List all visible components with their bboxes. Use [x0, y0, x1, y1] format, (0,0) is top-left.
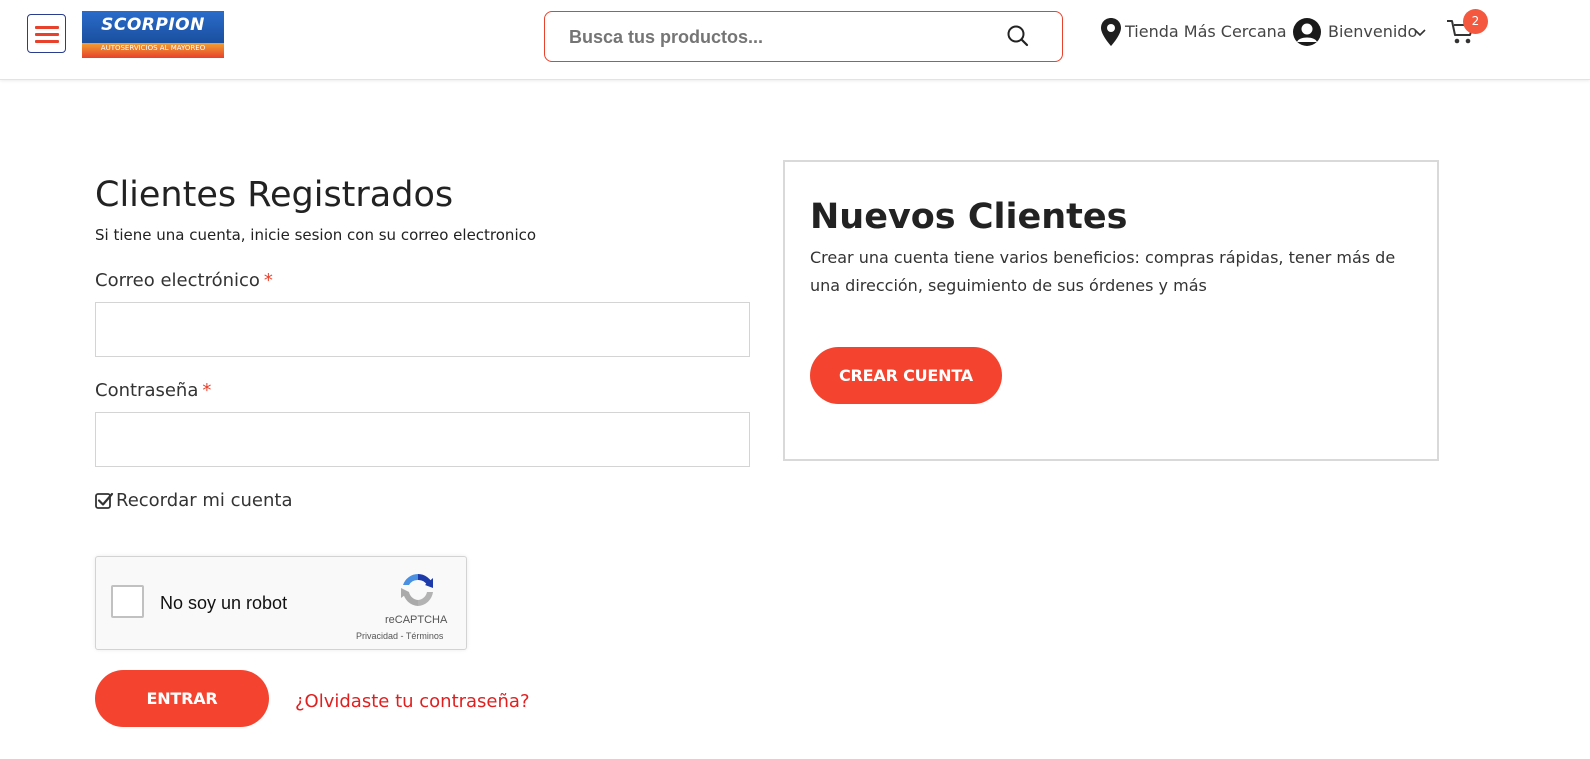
nearest-store-link[interactable]: Tienda Más Cercana: [1125, 22, 1287, 41]
login-button[interactable]: ENTRAR: [95, 670, 269, 727]
recaptcha-links[interactable]: Privacidad - Términos: [356, 631, 443, 641]
email-field[interactable]: [95, 302, 750, 357]
site-header: SCORPION AUTOSERVICIOS AL MAYOREO Tienda…: [0, 0, 1590, 80]
remember-label[interactable]: Recordar mi cuenta: [116, 490, 292, 511]
cart-count-badge[interactable]: 2: [1463, 9, 1488, 34]
search-bar: [544, 11, 1063, 62]
logo[interactable]: SCORPION AUTOSERVICIOS AL MAYOREO: [82, 11, 224, 58]
recaptcha-label: No soy un robot: [160, 593, 288, 613]
email-label-text: Correo electrónico: [95, 270, 260, 291]
password-label-text: Contraseña: [95, 380, 199, 401]
login-subtitle: Si tiene una cuenta, inicie sesion con s…: [95, 226, 537, 244]
search-icon[interactable]: [1006, 24, 1030, 48]
search-input[interactable]: [569, 25, 999, 49]
required-mark: *: [263, 270, 273, 291]
recaptcha-logo-icon: [401, 574, 433, 606]
menu-icon[interactable]: [27, 14, 66, 53]
welcome-label[interactable]: Bienvenido: [1328, 22, 1417, 41]
new-customers-description: Crear una cuenta tiene varios beneficios…: [810, 248, 1396, 295]
recaptcha-checkbox[interactable]: [111, 585, 144, 618]
email-label: Correo electrónico *: [95, 270, 273, 291]
recaptcha-brand: reCAPTCHA: [385, 614, 448, 626]
password-label: Contraseña *: [95, 380, 211, 401]
chevron-down-icon[interactable]: [1414, 29, 1426, 37]
logo-text: SCORPION: [101, 15, 205, 35]
password-field[interactable]: [95, 412, 750, 467]
logo-subtext: AUTOSERVICIOS AL MAYOREO: [100, 44, 206, 52]
required-mark: *: [202, 380, 212, 401]
map-pin-icon[interactable]: [1100, 17, 1122, 47]
new-customers-title: Nuevos Clientes: [810, 197, 1128, 237]
login-title: Clientes Registrados: [95, 175, 454, 215]
create-account-button[interactable]: CREAR CUENTA: [810, 347, 1002, 404]
checkbox-checked-icon[interactable]: [95, 490, 114, 512]
recaptcha-widget: No soy un robot reCAPTCHA Privacidad - T…: [95, 556, 467, 650]
forgot-password-link[interactable]: ¿Olvidaste tu contraseña?: [295, 691, 530, 712]
new-customers-panel: Nuevos Clientes Crear una cuenta tiene v…: [783, 160, 1439, 461]
user-avatar-icon[interactable]: [1291, 18, 1323, 46]
